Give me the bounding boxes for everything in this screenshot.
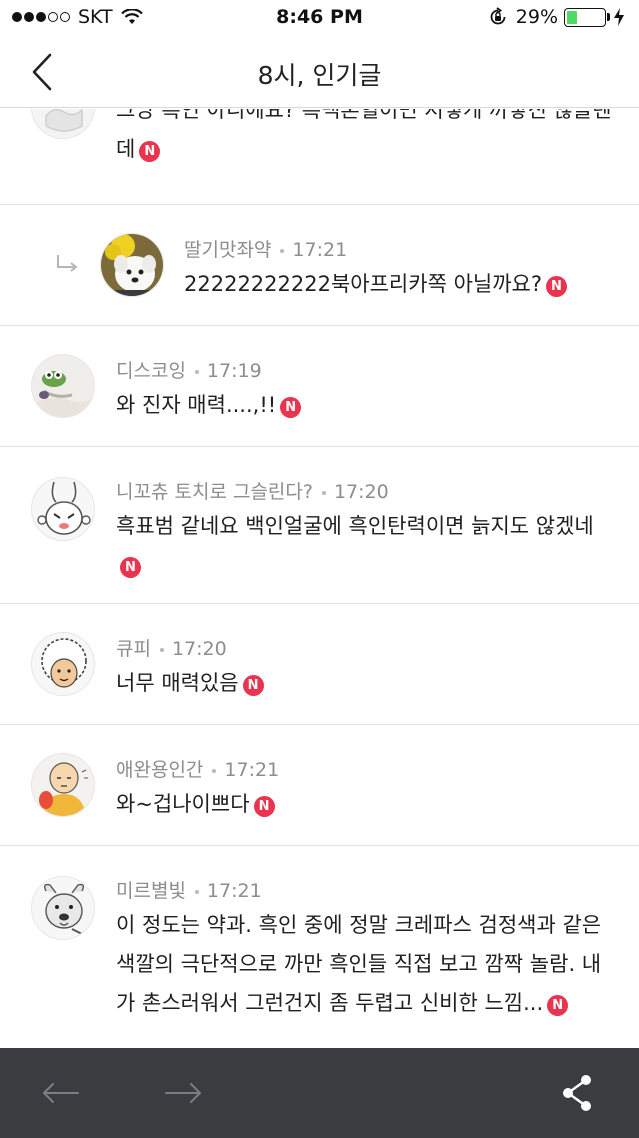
comment-author[interactable]: 디스코잉 xyxy=(116,360,186,382)
comment-text: 그냥 흑인 아니에요? 흑백혼혈이면 저렇게 까맣진 않을텐데 N xyxy=(116,109,612,162)
avatar[interactable] xyxy=(31,876,95,940)
avatar[interactable] xyxy=(31,354,95,418)
battery-icon xyxy=(564,7,606,27)
comment-author[interactable]: 애완용인간 xyxy=(116,759,203,781)
comment-item: 큐피 17:20 너무 매력있음 N xyxy=(0,604,639,725)
charging-bolt-icon xyxy=(614,8,624,26)
avatar-saitama-icon xyxy=(32,754,94,816)
page-title: 8시, 인기글 xyxy=(257,61,382,90)
arrow-right-icon[interactable] xyxy=(164,1078,204,1108)
avatar-afro-icon xyxy=(32,633,94,695)
comment-item: 그냥 흑인 아니에요? 흑백혼혈이면 저렇게 까맣진 않을텐데 N xyxy=(0,109,639,205)
comment-author[interactable]: 미르별빛 xyxy=(116,880,186,902)
comment-text: 와~겁나이쁘다 N xyxy=(116,785,616,824)
arrow-left-icon[interactable] xyxy=(40,1078,80,1108)
avatar-bunny-icon xyxy=(32,478,94,540)
comment-text: 22222222222북아프리카쪽 아닐까요? N xyxy=(184,265,614,304)
avatar-partial-icon xyxy=(32,109,94,138)
avatar[interactable] xyxy=(31,477,95,541)
new-badge: N xyxy=(253,796,275,817)
new-badge: N xyxy=(547,995,569,1016)
comment-text: 흑표범 같네요 백인얼굴에 흑인탄력이면 늙지도 않겠네N xyxy=(116,507,616,585)
comment-item: 미르별빛 17:21 이 정도는 약과. 흑인 중에 정말 크레파스 검정색과 같… xyxy=(0,846,639,1048)
avatar[interactable] xyxy=(100,233,164,297)
comment-item: 디스코잉 17:19 와 진자 매력....,!! N xyxy=(0,326,639,447)
comment-time: 17:20 xyxy=(333,481,389,503)
comment-meta: 애완용인간 17:21 xyxy=(116,755,279,782)
avatar-frog-icon xyxy=(32,355,94,417)
comment-meta: 큐피 17:20 xyxy=(116,634,227,661)
share-icon[interactable] xyxy=(560,1073,594,1113)
status-bar: SKT 8:46 PM 29% xyxy=(0,0,639,36)
new-badge: N xyxy=(280,397,302,418)
reply-arrow-icon xyxy=(57,255,78,272)
avatar-dog-icon xyxy=(32,877,94,939)
rotation-lock-icon xyxy=(490,7,506,25)
avatar[interactable] xyxy=(31,109,95,139)
comment-text: 와 진자 매력....,!! N xyxy=(116,386,616,425)
new-badge: N xyxy=(546,276,567,297)
comment-time: 17:21 xyxy=(292,239,348,261)
avatar[interactable] xyxy=(31,753,95,817)
comment-time: 17:20 xyxy=(171,638,227,660)
nav-bar: 8시, 인기글 xyxy=(0,36,639,108)
comment-text: 너무 매력있음 N xyxy=(116,664,616,703)
comment-item: 딸기맛좌약 17:21 22222222222북아프리카쪽 아닐까요? N xyxy=(0,205,639,326)
comment-time: 17:21 xyxy=(224,759,280,781)
status-right: 29% xyxy=(488,6,625,28)
comment-list[interactable]: 그냥 흑인 아니에요? 흑백혼혈이면 저렇게 까맣진 않을텐데 N 딸기맛좌약 … xyxy=(0,109,639,1048)
new-badge: N xyxy=(120,557,141,578)
new-badge: N xyxy=(242,675,264,696)
comment-item: 니꼬츄 토치로 그슬린다? 17:20 흑표범 같네요 백인얼굴에 흑인탄력이면 … xyxy=(0,447,639,604)
comment-text: 이 정도는 약과. 흑인 중에 정말 크레파스 검정색과 같은 색깔의 극단적으… xyxy=(116,913,602,1016)
new-badge: N xyxy=(139,141,161,162)
comment-time: 17:21 xyxy=(206,880,262,902)
comment-meta: 딸기맛좌약 17:21 xyxy=(184,235,347,262)
avatar[interactable] xyxy=(31,632,95,696)
comment-meta: 미르별빛 17:21 xyxy=(116,876,262,903)
comment-time: 17:19 xyxy=(206,360,262,382)
comment-author[interactable]: 니꼬츄 토치로 그슬린다? xyxy=(116,481,313,503)
comment-meta: 디스코잉 17:19 xyxy=(116,356,262,383)
comment-author[interactable]: 딸기맛좌약 xyxy=(184,239,271,261)
avatar-puppy-icon xyxy=(101,234,163,296)
comment-meta: 니꼬츄 토치로 그슬린다? 17:20 xyxy=(116,477,389,504)
bottom-toolbar xyxy=(0,1048,639,1138)
battery-percent: 29% xyxy=(515,6,558,28)
comment-item: 애완용인간 17:21 와~겁나이쁘다 N xyxy=(0,725,639,846)
comment-author[interactable]: 큐피 xyxy=(116,638,151,660)
